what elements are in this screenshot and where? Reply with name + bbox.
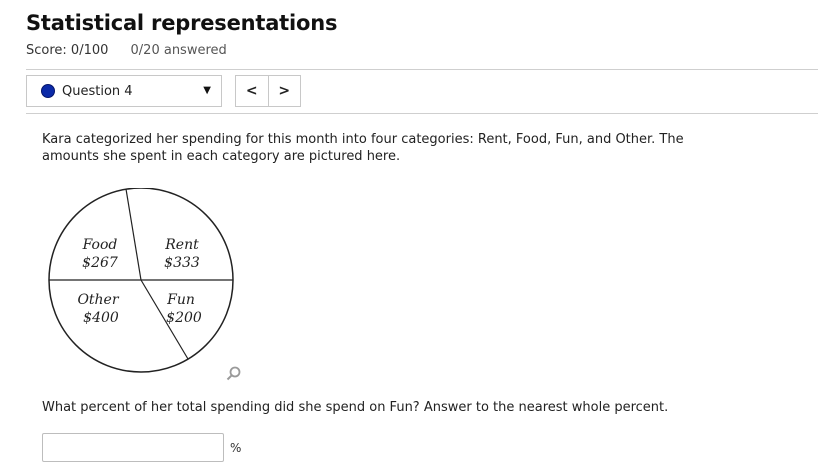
zoom-icon[interactable] <box>225 365 243 383</box>
slice-label-rent: Rent <box>164 237 199 253</box>
slice-value-other: $400 <box>83 310 119 326</box>
slice-label-fun: Fun <box>166 292 195 308</box>
slice-label-food: Food <box>82 237 118 253</box>
answer-input[interactable] <box>42 433 224 462</box>
answered-count: 0/20 answered <box>130 43 227 58</box>
question-select[interactable]: Question 4 ▼ <box>26 75 222 107</box>
score-row: Score: 0/100 0/20 answered <box>26 43 227 58</box>
caret-down-icon: ▼ <box>203 85 211 96</box>
question-status-dot <box>41 84 55 98</box>
next-question-button[interactable]: > <box>269 76 301 106</box>
divider <box>26 113 818 114</box>
prev-question-button[interactable]: < <box>236 76 269 106</box>
question-prompt: Kara categorized her spending for this m… <box>42 132 684 164</box>
question-nav: < > <box>235 75 301 107</box>
page-title: Statistical representations <box>26 11 338 35</box>
question-select-label: Question 4 <box>62 83 133 99</box>
slice-value-rent: $333 <box>164 255 200 271</box>
divider <box>26 69 818 70</box>
slice-label-other: Other <box>77 292 119 308</box>
pie-chart: Food $267 Rent $333 Other $400 Fun $200 <box>48 188 234 373</box>
question-text: What percent of her total spending did s… <box>42 400 669 415</box>
slice-value-fun: $200 <box>166 310 202 326</box>
slice-value-food: $267 <box>82 255 118 271</box>
unit-label: % <box>230 441 242 455</box>
score-text: Score: 0/100 <box>26 43 109 58</box>
